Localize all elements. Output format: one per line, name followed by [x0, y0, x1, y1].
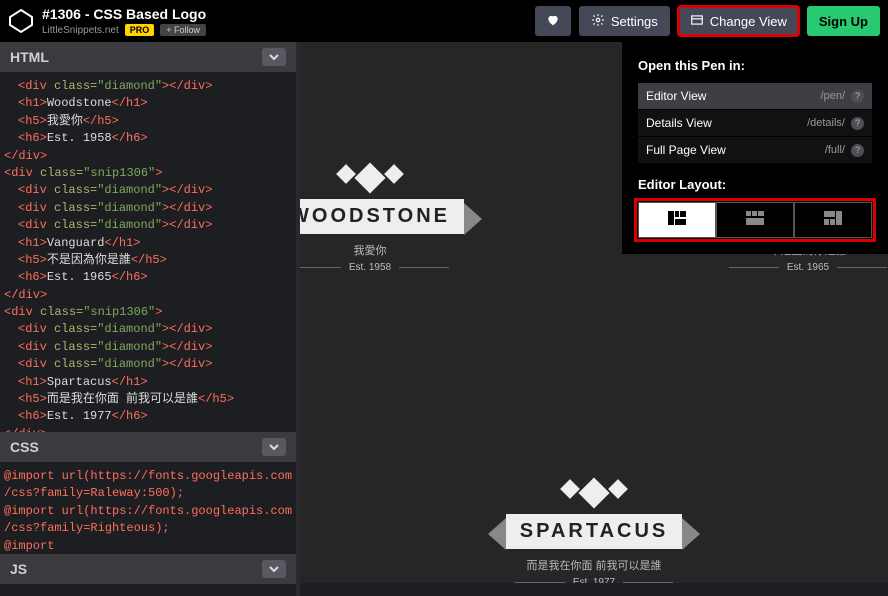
html-editor[interactable]: <div class="diamond"></div><h1>Woodstone… [0, 72, 300, 432]
view-option-route: /full/ [825, 144, 845, 156]
dropdown-layout-title: Editor Layout: [638, 177, 872, 192]
view-option-details[interactable]: Details View /details/? [638, 110, 872, 136]
card-title: SPARTACUS [506, 514, 682, 549]
js-panel-label: JS [10, 561, 27, 577]
layout-icon [690, 13, 704, 30]
view-option-label: Full Page View [646, 143, 726, 157]
layout-options [638, 202, 872, 238]
gear-icon [591, 13, 605, 30]
html-panel-label: HTML [10, 49, 49, 65]
dropdown-open-title: Open this Pen in: [638, 58, 872, 73]
author-link[interactable]: LittleSnippets.net [42, 25, 119, 36]
diamond-icon [336, 164, 356, 184]
html-panel-header[interactable]: HTML [0, 42, 300, 72]
follow-button[interactable]: + Follow [160, 24, 206, 36]
signup-button[interactable]: Sign Up [807, 6, 880, 36]
card-subtitle: 而是我在你面 前我可以是誰 [454, 557, 734, 573]
diamond-icon [578, 477, 609, 508]
diamond-icon [560, 479, 580, 499]
card-est: Est. 1977 [454, 577, 734, 583]
view-option-label: Editor View [646, 89, 706, 103]
settings-button[interactable]: Settings [579, 6, 670, 36]
card-est: Est. 1965 [668, 262, 888, 273]
settings-label: Settings [611, 14, 658, 29]
panel-collapse-button[interactable] [262, 560, 286, 578]
js-editor[interactable] [0, 584, 300, 596]
chevron-down-icon [269, 49, 279, 65]
chevron-down-icon [269, 439, 279, 455]
layout-left-button[interactable] [638, 202, 716, 238]
codepen-logo-icon [8, 8, 34, 34]
view-option-route: /pen/ [821, 90, 845, 102]
css-panel-header[interactable]: CSS [0, 432, 300, 462]
panel-collapse-button[interactable] [262, 438, 286, 456]
change-view-button[interactable]: Change View [678, 6, 799, 36]
app-header: #1306 - CSS Based Logo LittleSnippets.ne… [0, 0, 888, 42]
view-option-route: /details/ [807, 117, 845, 129]
card-subtitle: 我愛你 [300, 242, 510, 258]
diamond-icon [608, 479, 628, 499]
preview-card: WOODSTONE 我愛你 Est. 1958 [300, 167, 510, 273]
card-title: WOODSTONE [300, 199, 464, 234]
heart-button[interactable] [535, 6, 571, 36]
layout-right-button[interactable] [794, 202, 872, 238]
help-icon[interactable]: ? [851, 90, 864, 103]
view-option-label: Details View [646, 116, 712, 130]
layout-right-icon [824, 211, 842, 230]
chevron-down-icon [269, 561, 279, 577]
layout-top-icon [746, 211, 764, 230]
layout-left-icon [668, 211, 686, 230]
layout-top-button[interactable] [716, 202, 794, 238]
editors-column: HTML <div class="diamond"></div><h1>Wood… [0, 42, 300, 583]
css-panel-label: CSS [10, 439, 39, 455]
change-view-label: Change View [710, 14, 787, 29]
preview-pane: WOODSTONE 我愛你 Est. 1958 VANGUARD 不是因為你是誰… [300, 42, 888, 583]
preview-card: SPARTACUS 而是我在你面 前我可以是誰 Est. 1977 [454, 482, 734, 583]
card-est: Est. 1958 [300, 262, 510, 273]
pen-title: #1306 - CSS Based Logo [42, 6, 527, 22]
title-block: #1306 - CSS Based Logo LittleSnippets.ne… [42, 6, 527, 36]
pro-badge: PRO [125, 24, 155, 36]
css-editor[interactable]: @import url(https://fonts.googleapis.com… [0, 462, 300, 554]
diamond-icon [354, 162, 385, 193]
help-icon[interactable]: ? [851, 144, 864, 157]
panel-collapse-button[interactable] [262, 48, 286, 66]
view-option-fullpage[interactable]: Full Page View /full/? [638, 137, 872, 163]
diamond-icon [384, 164, 404, 184]
js-panel-header[interactable]: JS [0, 554, 300, 584]
help-icon[interactable]: ? [851, 117, 864, 130]
change-view-dropdown: Open this Pen in: Editor View /pen/? Det… [622, 42, 888, 254]
view-option-editor[interactable]: Editor View /pen/? [638, 83, 872, 109]
heart-icon [546, 13, 560, 30]
